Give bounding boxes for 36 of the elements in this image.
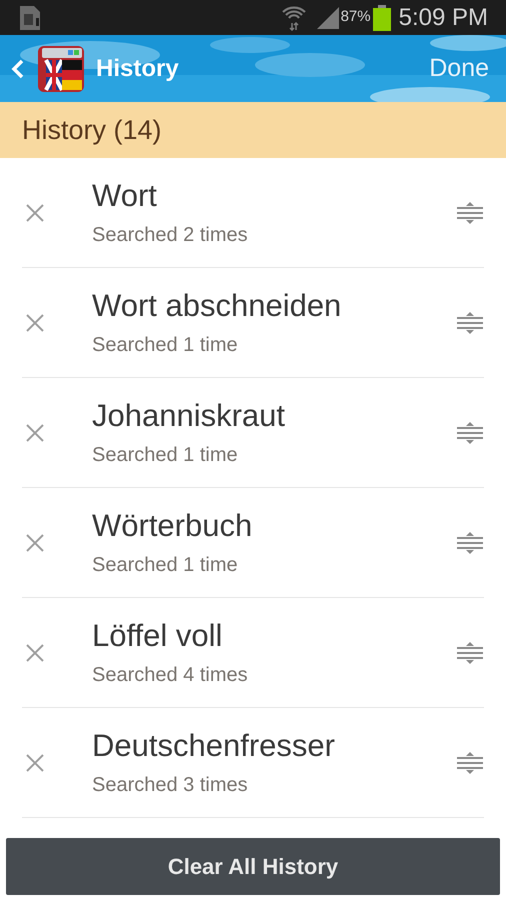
search-count: Searched 1 time bbox=[92, 552, 239, 578]
close-icon bbox=[25, 642, 45, 662]
close-icon bbox=[25, 752, 45, 772]
battery-icon bbox=[372, 4, 391, 30]
screen-title: History bbox=[96, 54, 179, 84]
battery-percent: 87% bbox=[340, 7, 371, 28]
clear-all-history-button[interactable]: Clear All History bbox=[6, 838, 500, 895]
drag-handle-icon[interactable] bbox=[456, 640, 484, 664]
clock: 5:09 PM bbox=[398, 2, 488, 32]
history-count: History (14) bbox=[22, 114, 162, 147]
search-count: Searched 2 times bbox=[92, 222, 249, 248]
close-icon bbox=[25, 422, 45, 442]
drag-handle-icon[interactable] bbox=[456, 200, 484, 224]
search-count: Searched 3 times bbox=[92, 772, 249, 798]
history-word[interactable]: Wort bbox=[92, 176, 456, 216]
history-word[interactable]: Deutschenfresser bbox=[92, 726, 456, 766]
book-icon bbox=[38, 46, 84, 92]
close-icon bbox=[25, 312, 45, 332]
history-word[interactable]: Wörterbuch bbox=[92, 506, 456, 546]
search-count: Searched 1 time bbox=[92, 332, 239, 358]
history-word[interactable]: Johanniskraut bbox=[92, 396, 456, 436]
search-count: Searched 4 times bbox=[92, 662, 249, 688]
wifi-icon bbox=[282, 4, 306, 30]
signal-icon bbox=[316, 6, 340, 30]
close-icon bbox=[25, 532, 45, 552]
back-icon bbox=[10, 58, 26, 78]
search-count: Searched 1 time bbox=[92, 442, 239, 468]
history-word[interactable]: Wort abschneiden bbox=[92, 286, 456, 326]
close-icon bbox=[25, 202, 45, 222]
drag-handle-icon[interactable] bbox=[456, 530, 484, 554]
drag-handle-icon[interactable] bbox=[456, 750, 484, 774]
back-button[interactable] bbox=[10, 58, 26, 78]
history-word[interactable]: Löffel voll bbox=[92, 616, 456, 656]
drag-handle-icon[interactable] bbox=[456, 420, 484, 444]
drag-handle-icon[interactable] bbox=[456, 310, 484, 334]
sim-card-icon bbox=[18, 4, 42, 32]
